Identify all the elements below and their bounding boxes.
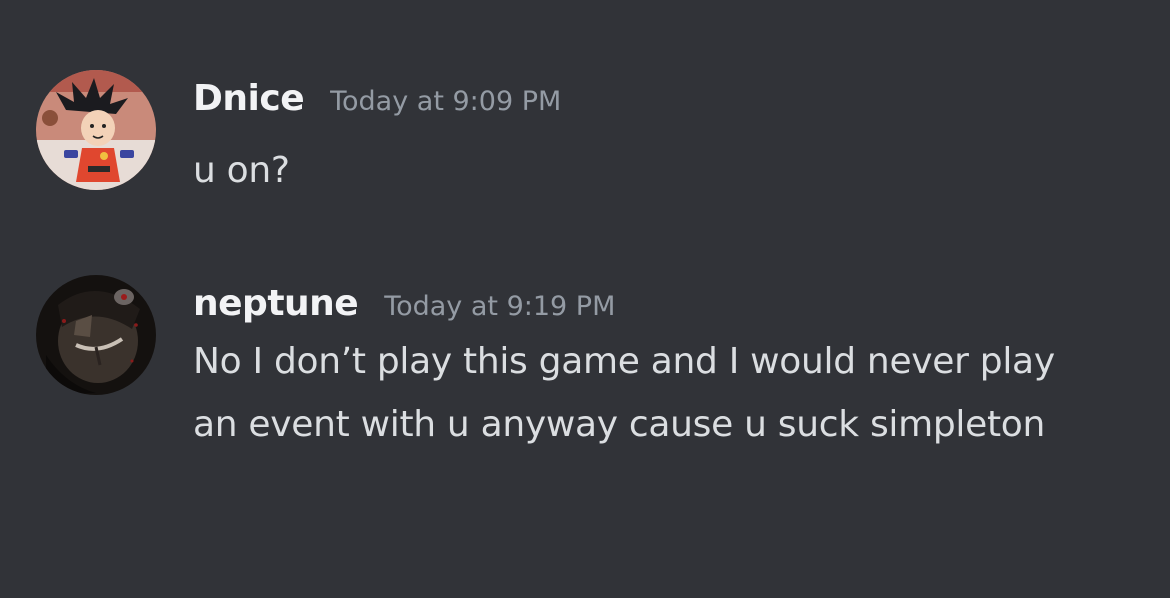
- message-header: Dnice Today at 9:09 PM: [193, 78, 561, 119]
- dark-character-avatar-icon: [36, 275, 156, 395]
- goku-avatar-icon: [36, 70, 156, 190]
- message-content: u on?: [193, 150, 290, 191]
- username[interactable]: Dnice: [193, 78, 305, 119]
- message-content: No I don’t play this game and I would ne…: [193, 341, 1055, 445]
- user-avatar[interactable]: [36, 275, 156, 395]
- username[interactable]: neptune: [193, 283, 359, 324]
- timestamp: Today at 9:09 PM: [330, 86, 562, 117]
- timestamp: Today at 9:19 PM: [384, 291, 616, 322]
- message-header: neptune Today at 9:19 PM: [193, 283, 615, 324]
- user-avatar[interactable]: [36, 70, 156, 190]
